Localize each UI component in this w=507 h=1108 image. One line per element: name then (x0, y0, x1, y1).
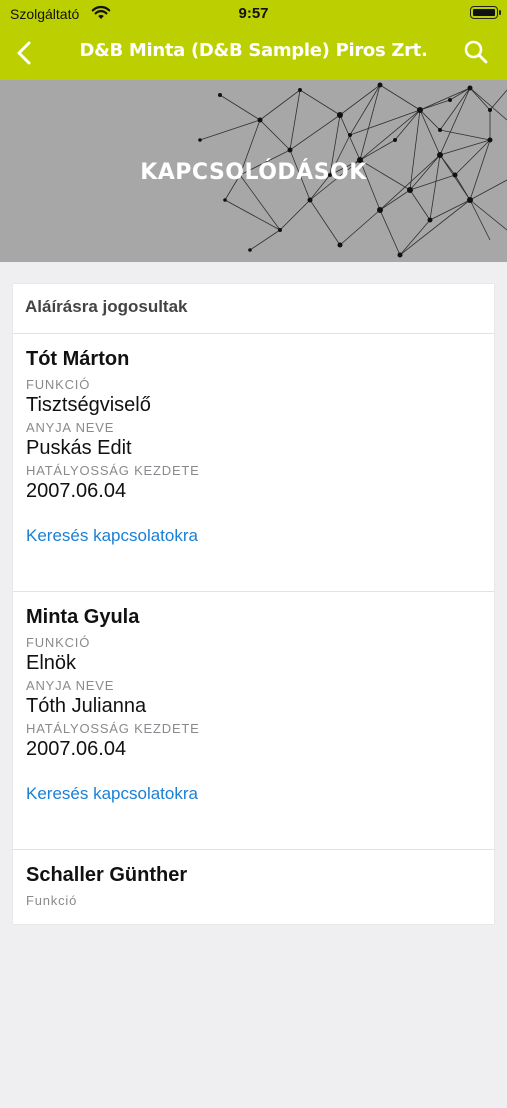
function-label: Funkció (26, 893, 78, 908)
person-item: Schaller Günther Funkció (13, 850, 494, 1108)
person-name: Schaller Günther (26, 864, 188, 886)
effective-from-label: HATÁLYOSSÁG KEZDETE (26, 463, 200, 478)
mother-name-label: ANYJA NEVE (26, 678, 115, 693)
function-value: Tisztségviselő (26, 394, 151, 416)
battery-icon (470, 6, 501, 19)
hero-banner: KAPCSOLÓDÁSOK (0, 80, 507, 262)
effective-from-label: HATÁLYOSSÁG KEZDETE (26, 721, 200, 736)
effective-from-value: 2007.06.04 (26, 738, 127, 760)
function-value: Elnök (26, 652, 77, 674)
function-label: FUNKCIÓ (26, 635, 91, 650)
mother-name-value: Tóth Julianna (26, 695, 147, 717)
person-item: Minta Gyula FUNKCIÓ Elnök ANYJA NEVE Tót… (13, 592, 494, 850)
signatories-card: Aláírásra jogosultak Tót Márton FUNKCIÓ … (13, 284, 494, 924)
person-item: Tót Márton FUNKCIÓ Tisztségviselő ANYJA … (13, 334, 494, 592)
status-bar: Szolgáltató 9:57 (0, 0, 507, 28)
hero-title: KAPCSOLÓDÁSOK (140, 160, 367, 185)
top-bar: Szolgáltató 9:57 D&B Minta (D&B Sample) … (0, 0, 507, 80)
search-connections-link[interactable]: Keresés kapcsolatokra (26, 784, 494, 804)
nav-bar: D&B Minta (D&B Sample) Piros Zrt. (0, 28, 507, 80)
search-connections-link[interactable]: Keresés kapcsolatokra (26, 526, 494, 546)
clock: 9:57 (238, 5, 269, 22)
person-name: Minta Gyula (26, 606, 140, 628)
effective-from-value: 2007.06.04 (26, 480, 127, 502)
mother-name-label: ANYJA NEVE (26, 420, 115, 435)
person-name: Tót Márton (26, 348, 130, 370)
search-icon[interactable] (463, 39, 489, 65)
section-title: Aláírásra jogosultak (13, 284, 494, 334)
mother-name-value: Puskás Edit (26, 437, 132, 459)
function-label: FUNKCIÓ (26, 377, 91, 392)
page-title: D&B Minta (D&B Sample) Piros Zrt. (79, 40, 428, 61)
back-chevron-icon[interactable] (14, 40, 36, 66)
